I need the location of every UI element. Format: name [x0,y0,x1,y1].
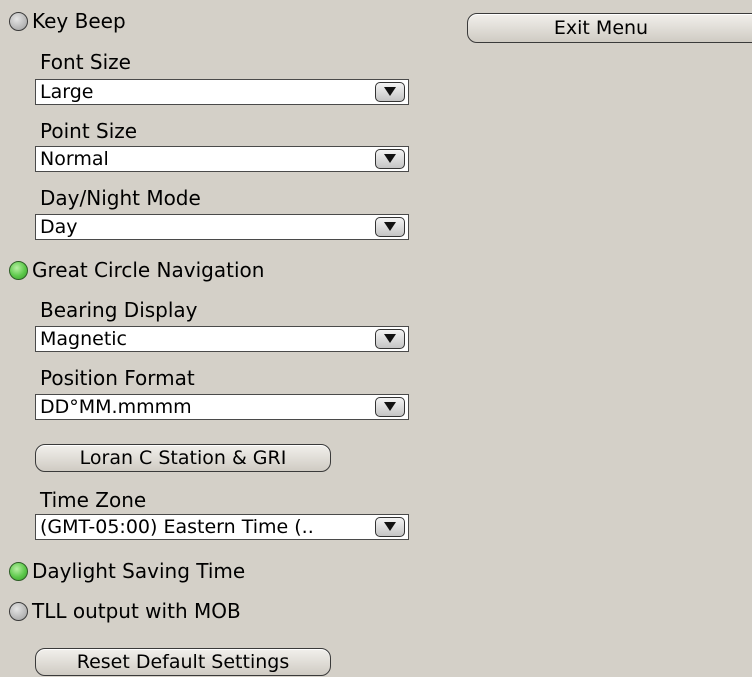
day-night-mode-label: Day/Night Mode [40,186,201,210]
bearing-display-select[interactable]: Magnetic [35,326,409,352]
loran-c-station-gri-label: Loran C Station & GRI [79,447,287,469]
chevron-down-icon[interactable] [375,397,405,417]
position-format-select[interactable]: DD°MM.mmmm [35,394,409,420]
tll-output-with-mob-toggle[interactable]: TLL output with MOB [9,598,241,624]
position-format-label: Position Format [40,366,195,390]
position-format-value: DD°MM.mmmm [40,396,192,418]
time-zone-select[interactable]: (GMT-05:00) Eastern Time (.. [35,514,409,540]
exit-menu-label: Exit Menu [553,17,649,39]
point-size-select[interactable]: Normal [35,146,409,172]
time-zone-label: Time Zone [40,488,147,512]
point-size-label: Point Size [40,119,138,143]
daylight-saving-time-label: Daylight Saving Time [32,559,246,583]
great-circle-navigation-label: Great Circle Navigation [32,258,265,282]
exit-menu-button[interactable]: Exit Menu [467,13,752,43]
loran-c-station-gri-button[interactable]: Loran C Station & GRI [35,444,331,472]
key-beep-label: Key Beep [32,9,126,33]
bearing-display-value: Magnetic [40,328,128,350]
daylight-saving-time-toggle[interactable]: Daylight Saving Time [9,558,245,584]
time-zone-value: (GMT-05:00) Eastern Time (.. [40,516,314,538]
day-night-mode-select[interactable]: Day [35,214,409,240]
green-led-icon [9,561,28,581]
bearing-display-label: Bearing Display [40,298,198,322]
chevron-down-icon[interactable] [375,217,405,237]
reset-default-settings-button[interactable]: Reset Default Settings [35,648,331,676]
key-beep-toggle[interactable]: Key Beep [9,8,126,34]
great-circle-navigation-toggle[interactable]: Great Circle Navigation [9,257,264,283]
point-size-value: Normal [40,148,109,170]
chevron-down-icon[interactable] [375,329,405,349]
grey-led-icon [9,601,28,621]
font-size-value: Large [40,81,94,103]
chevron-down-icon[interactable] [375,517,405,537]
reset-default-settings-label: Reset Default Settings [76,651,290,673]
tll-output-with-mob-label: TLL output with MOB [32,599,241,623]
chevron-down-icon[interactable] [375,82,405,102]
grey-led-icon [9,11,28,31]
chevron-down-icon[interactable] [375,149,405,169]
font-size-select[interactable]: Large [35,79,409,105]
green-led-icon [9,260,28,280]
day-night-mode-value: Day [40,216,78,238]
font-size-label: Font Size [40,50,131,74]
